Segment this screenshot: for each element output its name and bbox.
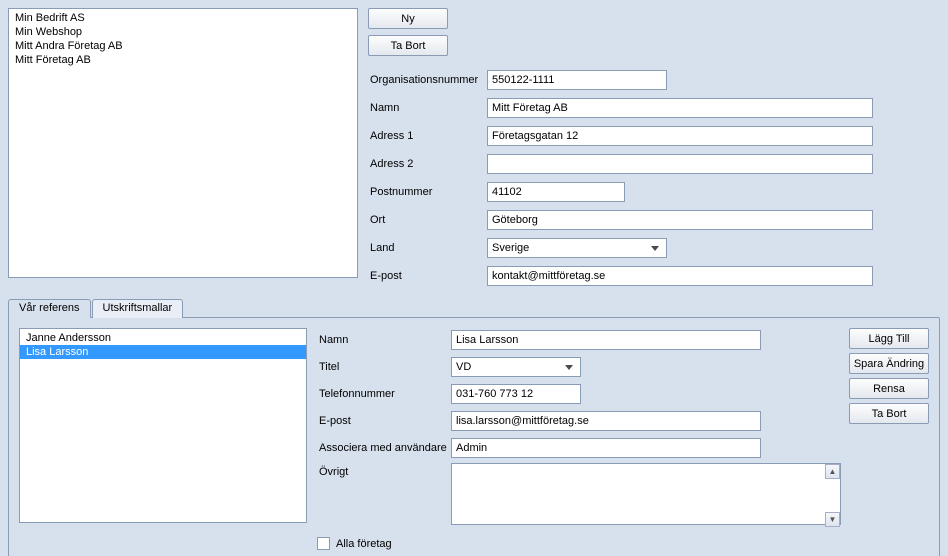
delete-button[interactable]: Ta Bort: [368, 35, 448, 56]
ref-titel-select[interactable]: VD: [451, 357, 581, 377]
ref-epost-input[interactable]: [451, 411, 761, 431]
label-postnummer: Postnummer: [368, 186, 483, 198]
list-item[interactable]: Min Bedrift AS: [9, 11, 357, 25]
alla-foretag-checkbox[interactable]: [317, 537, 330, 550]
lagg-till-button[interactable]: Lägg Till: [849, 328, 929, 349]
company-form-panel: Ny Ta Bort Organisationsnummer Namn Adre…: [368, 8, 940, 288]
land-select-value: Sverige: [492, 242, 529, 254]
new-button[interactable]: Ny: [368, 8, 448, 29]
label-ref-associera: Associera med användare: [317, 442, 447, 454]
tab-strip: Vår referens Utskriftsmallar: [8, 299, 940, 318]
reference-buttons: Lägg Till Spara Ändring Rensa Ta Bort: [849, 328, 929, 424]
adress1-input[interactable]: [487, 126, 873, 146]
label-ort: Ort: [368, 214, 483, 226]
adress2-input[interactable]: [487, 154, 873, 174]
list-item[interactable]: Mitt Andra Företag AB: [9, 39, 357, 53]
ta-bort-ref-button[interactable]: Ta Bort: [849, 403, 929, 424]
tab-body: Janne Andersson Lisa Larsson Namn Titel …: [8, 317, 940, 556]
reference-form: Namn Titel VD Telefonnummer: [317, 328, 841, 550]
tab-var-referens[interactable]: Vår referens: [8, 299, 91, 318]
label-namn: Namn: [368, 102, 483, 114]
top-area: Min Bedrift AS Min Webshop Mitt Andra Fö…: [8, 8, 940, 288]
company-listbox[interactable]: Min Bedrift AS Min Webshop Mitt Andra Fö…: [8, 8, 358, 278]
label-ref-ovrigt: Övrigt: [317, 463, 447, 478]
list-item[interactable]: Min Webshop: [9, 25, 357, 39]
label-land: Land: [368, 242, 483, 254]
label-adress2: Adress 2: [368, 158, 483, 170]
tab-area: Vår referens Utskriftsmallar Janne Ander…: [8, 298, 940, 556]
spara-andring-button[interactable]: Spara Ändring: [849, 353, 929, 374]
orgnr-input[interactable]: [487, 70, 667, 90]
label-alla-foretag: Alla företag: [336, 538, 392, 550]
list-item[interactable]: Lisa Larsson: [20, 345, 306, 359]
label-orgnr: Organisationsnummer: [368, 74, 483, 86]
rensa-button[interactable]: Rensa: [849, 378, 929, 399]
list-item[interactable]: Janne Andersson: [20, 331, 306, 345]
ref-associera-input[interactable]: [451, 438, 761, 458]
window-root: Min Bedrift AS Min Webshop Mitt Andra Fö…: [0, 0, 948, 556]
ref-telefon-input[interactable]: [451, 384, 581, 404]
ref-titel-value: VD: [456, 361, 471, 373]
postnummer-input[interactable]: [487, 182, 625, 202]
label-ref-telefon: Telefonnummer: [317, 388, 447, 400]
label-adress1: Adress 1: [368, 130, 483, 142]
ref-namn-input[interactable]: [451, 330, 761, 350]
ort-input[interactable]: [487, 210, 873, 230]
epost-input[interactable]: [487, 266, 873, 286]
reference-listbox[interactable]: Janne Andersson Lisa Larsson: [19, 328, 307, 523]
tab-utskriftsmallar[interactable]: Utskriftsmallar: [92, 299, 184, 318]
chevron-down-icon: [651, 246, 659, 251]
namn-input[interactable]: [487, 98, 873, 118]
land-select[interactable]: Sverige: [487, 238, 667, 258]
label-epost: E-post: [368, 270, 483, 282]
ref-ovrigt-textarea[interactable]: [451, 463, 841, 525]
label-ref-titel: Titel: [317, 361, 447, 373]
chevron-down-icon: [565, 365, 573, 370]
label-ref-epost: E-post: [317, 415, 447, 427]
label-ref-namn: Namn: [317, 334, 447, 346]
list-item[interactable]: Mitt Företag AB: [9, 53, 357, 67]
